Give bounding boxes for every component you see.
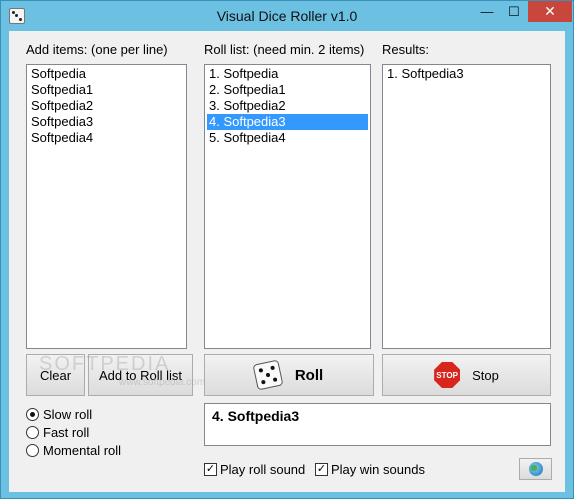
close-button[interactable]: ✕ (528, 1, 572, 22)
radio-fast-roll-label: Fast roll (43, 424, 90, 440)
result-item[interactable]: 1. Softpedia3 (385, 66, 548, 82)
dice-icon (252, 359, 284, 391)
roll-list-item-selected[interactable]: 4. Softpedia3 (207, 114, 368, 130)
app-window: Visual Dice Roller v1.0 — ☐ ✕ Add items:… (0, 0, 574, 499)
radio-slow-roll-label: Slow roll (43, 406, 93, 422)
minimize-button[interactable]: — (473, 1, 501, 22)
checkbox-checked[interactable]: ✓ (315, 462, 328, 476)
roll-list-item[interactable]: 3. Softpedia2 (207, 98, 368, 114)
current-result-display: 4. Softpedia3 (204, 403, 551, 446)
stop-button[interactable]: STOP Stop (382, 354, 551, 396)
checkbox-checked[interactable]: ✓ (204, 462, 217, 476)
website-button[interactable] (519, 458, 552, 480)
roll-button[interactable]: Roll (204, 354, 374, 396)
play-win-sounds-checkbox[interactable]: ✓ Play win sounds (315, 460, 425, 478)
clear-button[interactable]: Clear (26, 354, 85, 396)
radio-momental-roll[interactable]: Momental roll (26, 441, 121, 459)
stop-button-label: Stop (472, 367, 499, 383)
roll-list-item[interactable]: 2. Softpedia1 (207, 82, 368, 98)
roll-list-box[interactable]: 1. Softpedia 2. Softpedia1 3. Softpedia2… (204, 64, 371, 349)
play-roll-sound-checkbox[interactable]: ✓ Play roll sound (204, 460, 305, 478)
add-item-line: Softpedia4 (31, 130, 94, 145)
title-bar[interactable]: Visual Dice Roller v1.0 — ☐ ✕ (1, 1, 573, 31)
add-item-line: Softpedia (31, 66, 86, 81)
add-item-line: Softpedia3 (31, 114, 94, 129)
results-label: Results: (382, 42, 429, 57)
globe-icon (528, 462, 543, 476)
add-to-roll-list-button[interactable]: Add to Roll list (88, 354, 193, 396)
roll-list-item[interactable]: 5. Softpedia4 (207, 130, 368, 146)
play-roll-sound-label: Play roll sound (220, 461, 306, 477)
add-items-textbox[interactable]: Softpedia Softpedia1 Softpedia2 Softpedi… (26, 64, 187, 349)
add-item-line: Softpedia1 (31, 82, 94, 97)
radio-button[interactable] (26, 443, 39, 457)
roll-list-label: Roll list: (need min. 2 items) (204, 42, 365, 57)
add-items-label: Add items: (one per line) (26, 42, 168, 57)
radio-momental-roll-label: Momental roll (43, 442, 122, 458)
client-area: Add items: (one per line) Roll list: (ne… (9, 31, 565, 492)
roll-list-item[interactable]: 1. Softpedia (207, 66, 368, 82)
maximize-button[interactable]: ☐ (501, 1, 527, 22)
radio-slow-roll[interactable]: Slow roll (26, 405, 92, 423)
radio-fast-roll[interactable]: Fast roll (26, 423, 89, 441)
stop-sign-icon: STOP (434, 362, 461, 388)
play-win-sounds-label: Play win sounds (331, 461, 425, 477)
radio-button-checked[interactable] (26, 407, 39, 421)
radio-button[interactable] (26, 425, 39, 439)
results-list[interactable]: 1. Softpedia3 (382, 64, 551, 349)
roll-button-label: Roll (294, 366, 324, 384)
add-item-line: Softpedia2 (31, 98, 94, 113)
